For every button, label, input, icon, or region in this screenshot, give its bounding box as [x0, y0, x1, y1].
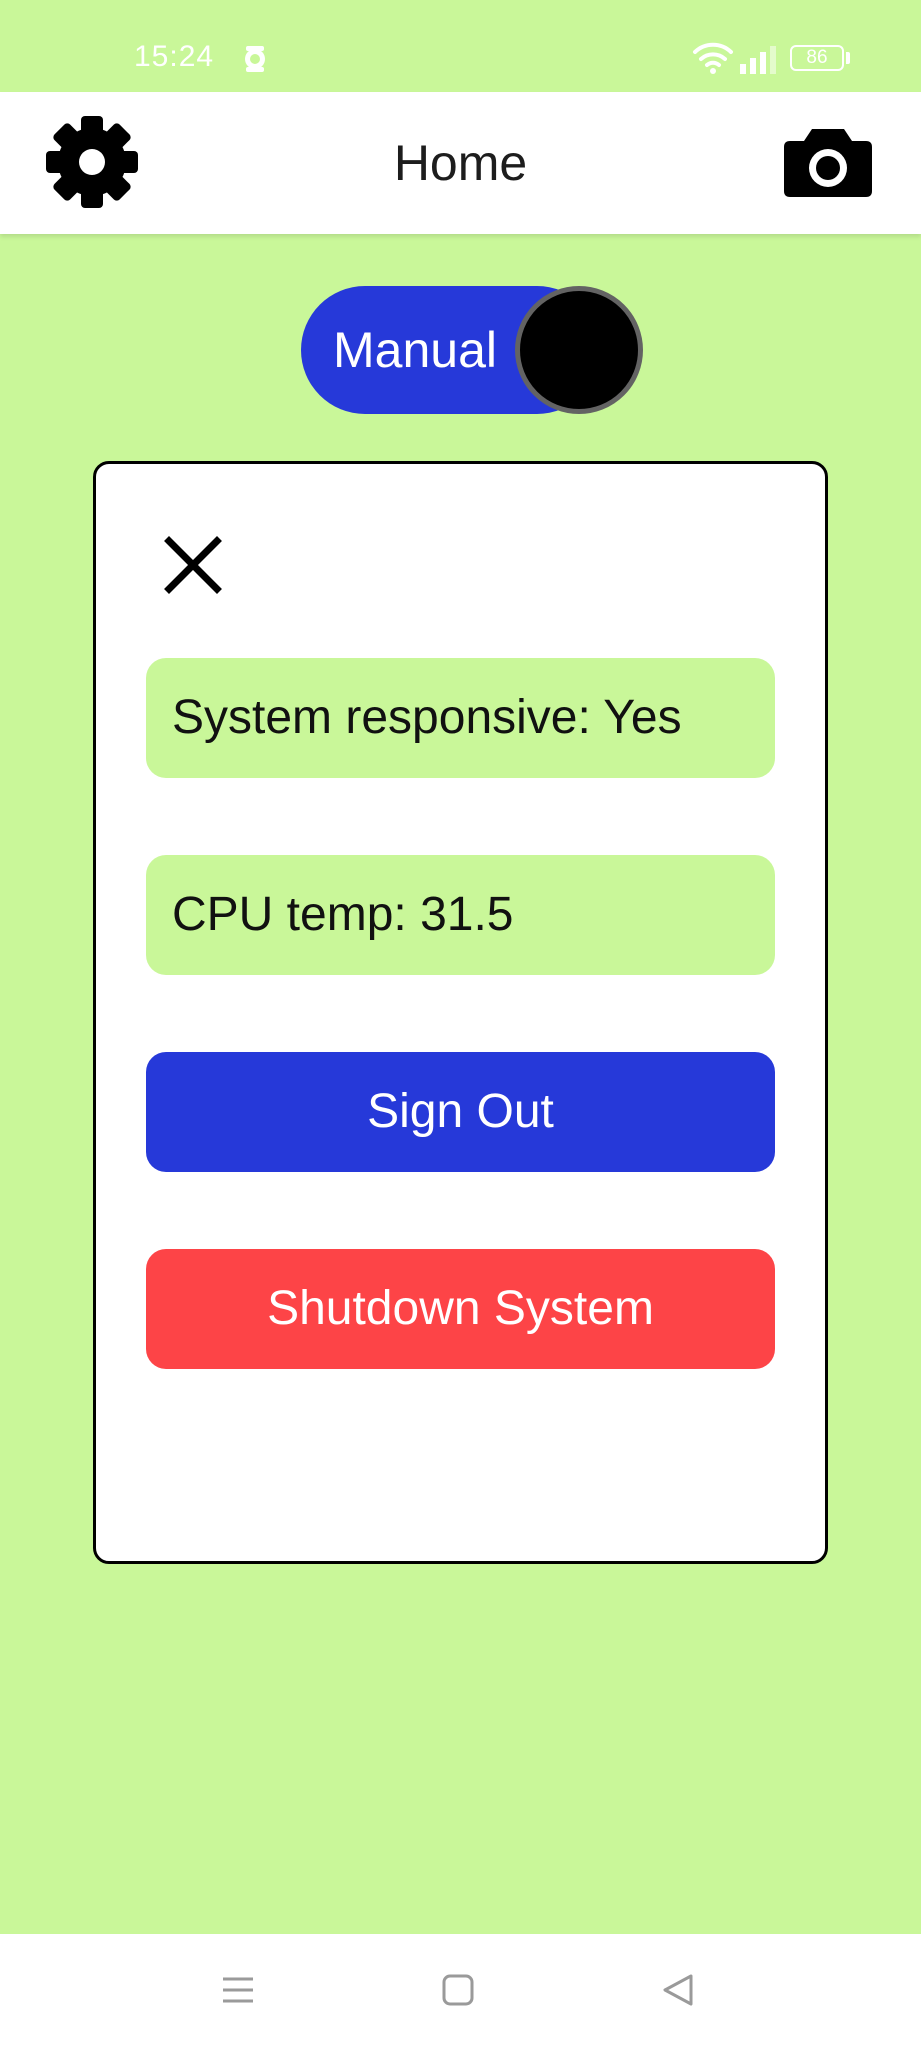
nav-home-button[interactable]: [428, 1960, 488, 2020]
wifi-icon: [693, 42, 733, 74]
mode-toggle-label: Manual: [333, 322, 497, 378]
status-time: 15:24: [134, 40, 215, 73]
battery-tip: [846, 52, 850, 64]
signal-icon: [740, 46, 776, 74]
shutdown-system-button[interactable]: Shutdown System: [146, 1249, 775, 1369]
system-dialog: System responsive: Yes CPU temp: 31.5 Si…: [93, 461, 828, 1564]
back-icon: [663, 1974, 693, 2006]
nav-menu-button[interactable]: [208, 1960, 268, 2020]
gear-icon: [46, 116, 138, 208]
cpu-temp-status: CPU temp: 31.5: [146, 855, 775, 975]
system-responsive-status: System responsive: Yes: [146, 658, 775, 778]
status-bar: 15:24 86: [0, 0, 921, 92]
close-button[interactable]: [158, 530, 228, 600]
mode-toggle-knob[interactable]: [515, 286, 643, 414]
navigation-bar: [0, 1934, 921, 2048]
battery-icon: 86: [790, 45, 844, 71]
mode-toggle[interactable]: Manual: [301, 286, 643, 414]
sign-out-button[interactable]: Sign Out: [146, 1052, 775, 1172]
camera-button[interactable]: [780, 120, 876, 204]
close-icon: [164, 536, 222, 594]
home-icon: [442, 1974, 474, 2006]
camera-icon: [784, 129, 872, 197]
app-notification-icon: [245, 46, 265, 72]
settings-button[interactable]: [44, 114, 140, 210]
nav-back-button[interactable]: [648, 1960, 708, 2020]
app-header: Home: [0, 92, 921, 234]
menu-icon: [223, 1977, 253, 2003]
